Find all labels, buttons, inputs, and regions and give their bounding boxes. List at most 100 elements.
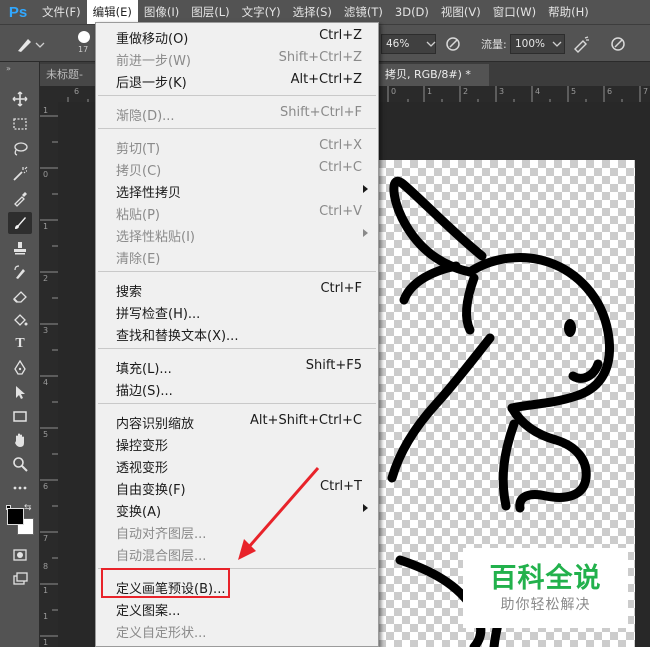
menu-item-label: 剪切(T) [116, 142, 161, 157]
brush-size-value: 17 [78, 45, 89, 54]
opacity-dropdown-icon[interactable] [421, 34, 441, 54]
menu-3d[interactable]: 3D(D) [389, 0, 435, 24]
tab-current-label: 拷贝, RGB/8#) * [385, 68, 471, 81]
ruler-label: 6 [74, 87, 80, 96]
menu-item-fill[interactable]: 填充(L)... Shift+F5 [96, 355, 378, 377]
menu-item-clear[interactable]: 清除(E) [96, 245, 378, 267]
menu-item-label: 自动对齐图层... [116, 527, 207, 542]
menu-item-label: 定义图案... [116, 604, 181, 619]
ruler-label: 1 [427, 87, 433, 96]
brush-tool-icon[interactable] [8, 212, 32, 234]
ruler-label: 2 [43, 274, 49, 283]
menu-item-fade[interactable]: 渐隐(D)... Shift+Ctrl+F [96, 102, 378, 124]
pressure-opacity-icon[interactable] [443, 34, 463, 54]
pen-tool-icon[interactable] [8, 357, 32, 379]
ruler-label: 6 [607, 87, 613, 96]
menu-window[interactable]: 窗口(W) [487, 0, 542, 24]
menu-item-search[interactable]: 搜索 Ctrl+F [96, 278, 378, 300]
history-brush-icon[interactable] [8, 261, 32, 283]
menu-item-label: 选择性粘贴(I) [116, 230, 195, 245]
menu-item-puppet-warp[interactable]: 操控变形 [96, 432, 378, 454]
brush-preset-icon[interactable] [12, 33, 52, 55]
ruler-label: 8 [43, 562, 49, 571]
menu-item-transform[interactable]: 变换(A) [96, 498, 378, 520]
hand-tool-icon[interactable] [8, 429, 32, 451]
menu-item-shortcut: Ctrl+V [319, 204, 362, 219]
menu-item-copy[interactable]: 拷贝(C) Ctrl+C [96, 157, 378, 179]
eraser-tool-icon[interactable] [8, 285, 32, 307]
menu-help[interactable]: 帮助(H) [542, 0, 595, 24]
menu-item-redo-move[interactable]: 重做移动(O) Ctrl+Z [96, 25, 378, 47]
menu-item-label: 自由变换(F) [116, 483, 186, 498]
quick-mask-icon[interactable] [8, 544, 32, 566]
menu-item-auto-blend-layers[interactable]: 自动混合图层... [96, 542, 378, 564]
menu-item-free-transform[interactable]: 自由变换(F) Ctrl+T [96, 476, 378, 498]
menu-item-find-replace[interactable]: 查找和替换文本(X)... [96, 322, 378, 344]
airbrush-icon[interactable] [571, 34, 591, 54]
menu-edit[interactable]: 编辑(E) [86, 0, 138, 24]
menu-item-label: 前进一步(W) [116, 54, 191, 69]
path-selection-icon[interactable] [8, 381, 32, 403]
type-tool-icon[interactable]: T [8, 333, 32, 355]
paint-bucket-icon[interactable] [8, 309, 32, 331]
menu-item-paste-special[interactable]: 选择性粘贴(I) [96, 223, 378, 245]
menu-item-label: 自动混合图层... [116, 549, 207, 564]
zoom-tool-icon[interactable] [8, 453, 32, 475]
ruler-label: 3 [499, 87, 505, 96]
lasso-tool-icon[interactable] [8, 138, 32, 160]
menu-item-label: 拷贝(C) [116, 164, 162, 179]
rectangle-tool-icon[interactable] [8, 405, 32, 427]
menu-item-define-pattern[interactable]: 定义图案... [96, 597, 378, 619]
more-tools-icon[interactable] [8, 477, 32, 499]
ruler-label: 7 [43, 534, 49, 543]
menu-select[interactable]: 选择(S) [287, 0, 338, 24]
menu-item-cut[interactable]: 剪切(T) Ctrl+X [96, 135, 378, 157]
brush-tip-icon[interactable] [78, 31, 90, 43]
menu-item-paste[interactable]: 粘贴(P) Ctrl+V [96, 201, 378, 223]
menu-item-shortcut: Alt+Shift+Ctrl+C [249, 413, 362, 428]
magic-wand-icon[interactable] [8, 163, 32, 185]
menu-item-copy-special[interactable]: 选择性拷贝 [96, 179, 378, 201]
menu-filter[interactable]: 滤镜(T) [338, 0, 389, 24]
menu-item-label: 重做移动(O) [116, 32, 189, 47]
menu-item-shortcut: Ctrl+T [320, 479, 362, 494]
watermark-title: 百科全说 [489, 563, 602, 594]
menu-item-step-backward[interactable]: 后退一步(K) Alt+Ctrl+Z [96, 69, 378, 91]
menu-type[interactable]: 文字(Y) [236, 0, 287, 24]
menu-item-shortcut: Shift+F5 [305, 358, 362, 373]
menu-item-label: 粘贴(P) [116, 208, 160, 223]
ruler-label: 6 [43, 482, 49, 491]
menu-item-label: 清除(E) [116, 252, 161, 267]
menu-item-stroke[interactable]: 描边(S)... [96, 377, 378, 399]
screen-mode-icon[interactable] [8, 568, 32, 590]
menu-item-content-aware-scale[interactable]: 内容识别缩放 Alt+Shift+Ctrl+C [96, 410, 378, 432]
collapse-panel-icon[interactable]: » [6, 64, 11, 73]
tab-current-document[interactable]: 拷贝, RGB/8#) * × [379, 64, 489, 103]
menu-view[interactable]: 视图(V) [435, 0, 487, 24]
ruler-label: 4 [43, 378, 49, 387]
photoshop-window: Ps 文件(F) 编辑(E) 图像(I) 图层(L) 文字(Y) 选择(S) 滤… [0, 0, 650, 647]
ruler-label: 0 [391, 87, 397, 96]
menu-separator [98, 403, 376, 404]
swap-colors-icon[interactable]: ⇆ [24, 503, 32, 513]
menu-layer[interactable]: 图层(L) [185, 0, 235, 24]
eyedropper-icon[interactable] [8, 188, 32, 210]
menu-item-label: 描边(S)... [116, 384, 173, 399]
menu-file[interactable]: 文件(F) [36, 0, 87, 24]
menu-item-perspective-warp[interactable]: 透视变形 [96, 454, 378, 476]
pressure-size-icon[interactable] [608, 34, 628, 54]
submenu-arrow-icon [363, 185, 368, 193]
tab-untitled[interactable]: 未标题- [40, 64, 95, 86]
stamp-tool-icon[interactable] [8, 237, 32, 259]
menu-item-define-custom-shape[interactable]: 定义自定形状... [96, 619, 378, 641]
menu-item-step-forward[interactable]: 前进一步(W) Shift+Ctrl+Z [96, 47, 378, 69]
foreground-color-swatch[interactable] [7, 508, 24, 525]
marquee-tool-icon[interactable] [8, 113, 32, 135]
menu-item-auto-align-layers[interactable]: 自动对齐图层... [96, 520, 378, 542]
highlight-box [101, 568, 230, 598]
move-tool-icon[interactable] [8, 88, 32, 110]
flow-dropdown-icon[interactable] [547, 34, 567, 54]
menu-item-spell-check[interactable]: 拼写检查(H)... [96, 300, 378, 322]
ruler-label: 1 [43, 586, 49, 595]
menu-image[interactable]: 图像(I) [138, 0, 185, 24]
